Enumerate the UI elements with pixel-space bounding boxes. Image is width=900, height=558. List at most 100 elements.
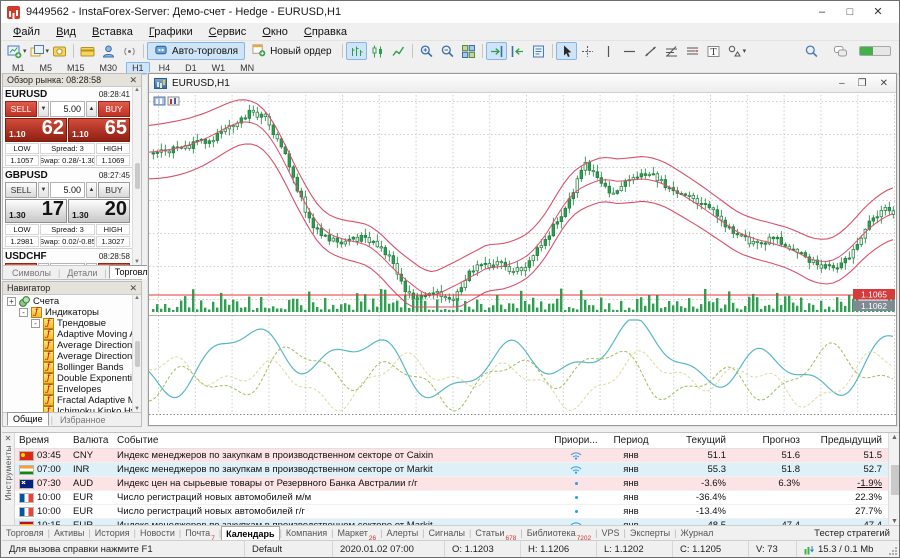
bars-chart-icon[interactable] [346,42,367,60]
navigator-item-average-directional[interactable]: ƒAverage Directional [3,340,132,351]
close-button[interactable]: ✕ [871,2,885,22]
menu-Окно[interactable]: Окно [254,25,296,39]
timeframe-H1[interactable]: H1 [126,62,150,74]
calendar-scrollbar[interactable]: ▲ ▼ [888,433,900,525]
toolbox-tab-активы[interactable]: Активы [50,526,88,541]
payments-icon[interactable] [77,42,98,60]
toolbox-tab-алерты[interactable]: Алерты [383,526,423,541]
volume-input[interactable]: 5.00 [50,182,85,198]
scroll-up-icon[interactable]: ▲ [891,434,898,441]
calendar-row[interactable]: 10:00EURЧисло регистраций новых автомоби… [15,505,888,519]
candles-chart-icon[interactable] [367,42,388,60]
navigator-scrollbar[interactable]: ▲ ▼ [132,295,141,412]
timeframe-M1[interactable]: M1 [6,62,31,74]
calendar-row[interactable]: 03:45CNYИндекс менеджеров по закупкам в … [15,449,888,463]
navigator-item-envelopes[interactable]: ƒEnvelopes [3,384,132,395]
bid-price-panel[interactable]: 1.3017 [5,199,67,223]
toolbox-tab-торговля[interactable]: Торговля [2,526,48,541]
search-icon[interactable] [801,42,822,60]
volume-up-icon[interactable]: ▲ [86,182,97,198]
collapse-icon[interactable]: - [19,308,28,317]
sell-button[interactable]: SELL [5,101,37,117]
toolbox-tab-календарь[interactable]: Календарь [221,526,279,541]
chart-minimize-button[interactable]: – [839,78,845,89]
line-chart-icon[interactable] [388,42,409,60]
ask-price-panel[interactable]: 1.1065 [68,118,130,142]
volume-down-icon[interactable]: ▼ [38,182,49,198]
navigator-item-трендовые[interactable]: -ƒТрендовые [3,318,132,329]
horizontal-line-icon[interactable] [619,42,640,60]
zoom-out-icon[interactable] [437,42,458,60]
volume-input[interactable]: 5.00 [50,101,85,117]
autotrade-button[interactable]: Авто-торговля [147,42,245,60]
price-chart[interactable]: 1.10651.1062 [149,93,896,425]
symbol-block-EURUSD[interactable]: EURUSD08:28:41SELL▼5.00▲BUY1.10621.1065L… [3,87,132,168]
navigator-item-adaptive-moving-a[interactable]: ƒAdaptive Moving A [3,329,132,340]
timeframe-H4[interactable]: H4 [153,62,177,74]
menu-Вставка[interactable]: Вставка [84,25,141,39]
tile-windows-icon[interactable] [458,42,479,60]
menu-Сервис[interactable]: Сервис [201,25,255,39]
new-chart-icon[interactable] [4,42,25,60]
resize-grip[interactable] [888,546,898,556]
scroll-up-icon[interactable]: ▲ [134,87,140,93]
timeframe-M5[interactable]: M5 [34,62,59,74]
menu-Вид[interactable]: Вид [48,25,84,39]
timeframe-D1[interactable]: D1 [179,62,203,74]
ask-price-panel[interactable]: 1.3020 [68,199,130,223]
scroll-down-icon[interactable]: ▼ [891,518,898,525]
navigator-item-счета[interactable]: +Счета [3,296,132,307]
buy-button[interactable]: BUY [98,182,130,198]
toolbox-tab-история[interactable]: История [91,526,134,541]
chart-restore-button[interactable]: ❐ [858,78,867,89]
toolbox-tab-эксперты[interactable]: Эксперты [626,526,674,541]
symbol-block-USDCHF[interactable]: USDCHF08:28:58SELL▼5.00▲BUY [3,249,132,265]
navigator-item-bollinger-bands[interactable]: ƒBollinger Bands [3,362,132,373]
collapse-icon[interactable]: - [31,319,40,328]
navigator-item-double-exponential[interactable]: ƒDouble Exponential [3,373,132,384]
zoom-in-icon[interactable] [416,42,437,60]
timeframe-M30[interactable]: M30 [94,62,124,74]
close-icon[interactable]: ✕ [129,283,137,294]
toolbox-tab-vps[interactable]: VPS [598,526,624,541]
fibonacci-icon[interactable] [661,42,682,60]
levels-icon[interactable] [682,42,703,60]
chart-shift-icon[interactable] [507,42,528,60]
navigator-item-average-directional[interactable]: ƒAverage Directional [3,351,132,362]
crosshair-icon[interactable] [577,42,598,60]
calendar-header-row[interactable]: ВремяВалютаСобытиеПриори...ПериодТекущий… [15,433,888,449]
toolbox-tab-почта[interactable]: Почта7 [181,526,219,541]
shapes-icon[interactable] [724,42,745,60]
chart-close-button[interactable]: ✕ [880,78,888,89]
market-watch-scrollbar[interactable]: ▲ ▼ [132,87,141,265]
expand-icon[interactable]: + [7,297,16,306]
vertical-line-icon[interactable] [598,42,619,60]
close-icon[interactable]: ✕ [129,75,137,86]
navigator-tab-Избранное[interactable]: Избранное [55,414,111,426]
volume-up-icon[interactable]: ▲ [86,101,97,117]
toolbox-tab-новости[interactable]: Новости [136,526,179,541]
templates-icon[interactable] [528,42,549,60]
calendar-row[interactable]: 07:00INRИндекс менеджеров по закупкам в … [15,463,888,477]
maximize-button[interactable]: □ [843,2,857,22]
toolbox-tab-статьи[interactable]: Статьи678 [471,526,520,541]
profiles-icon[interactable] [27,42,48,60]
signals-icon[interactable] [119,42,140,60]
toolbox-tab-компания[interactable]: Компания [282,526,331,541]
sell-button[interactable]: SELL [5,182,37,198]
navigator-tab-Общие[interactable]: Общие [7,412,49,426]
chat-icon[interactable] [830,42,851,60]
auto-scroll-icon[interactable] [486,42,507,60]
community-icon[interactable] [98,42,119,60]
toolbox-tab-маркет[interactable]: Маркет26 [333,526,380,541]
chart-window-titlebar[interactable]: EURUSD,H1 – ❐ ✕ [149,74,896,93]
scroll-up-icon[interactable]: ▲ [134,295,140,301]
toolbox-tab-библиотека[interactable]: Библиотека7202 [523,526,595,541]
cursor-icon[interactable] [556,42,577,60]
status-profile[interactable]: Default [244,541,332,558]
menu-Справка[interactable]: Справка [296,25,355,39]
toolbox-tab-сигналы[interactable]: Сигналы [425,526,470,541]
new-order-button[interactable]: Новый ордер [245,42,339,60]
calendar-row[interactable]: 10:00EURЧисло регистраций новых автомоби… [15,491,888,505]
buy-button[interactable]: BUY [98,101,130,117]
